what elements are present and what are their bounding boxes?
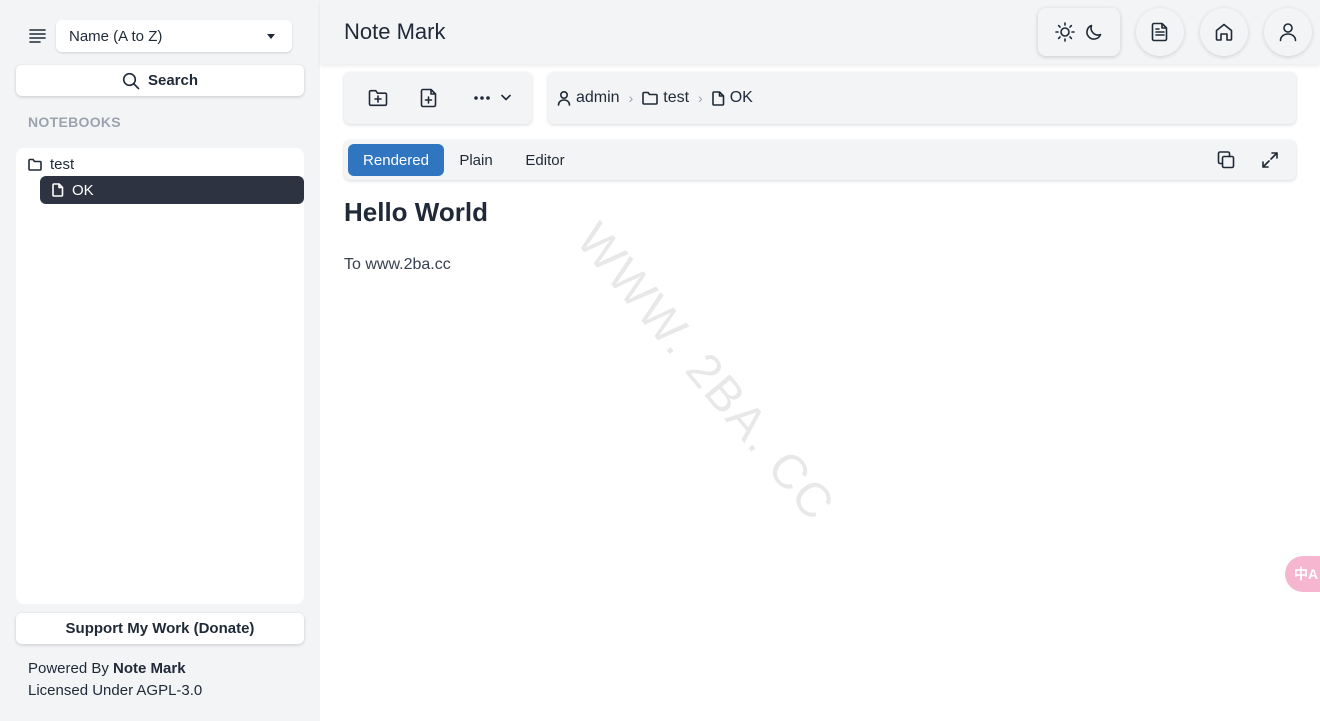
note-toolbar (344, 72, 532, 124)
breadcrumb-user[interactable]: admin (557, 89, 620, 107)
theme-toggle (1038, 8, 1120, 56)
breadcrumb-note-label: OK (729, 89, 753, 106)
sidebar: Name (A to Z) Search NOTEBOOKS test OK S… (0, 0, 320, 721)
app-header: Note Mark (320, 0, 1320, 64)
breadcrumb-notebook-label: test (663, 89, 690, 106)
powered-by: Powered By Note Mark (28, 658, 202, 680)
chevron-right-icon: › (698, 90, 703, 106)
note-heading: Hello World (344, 197, 488, 227)
view-mode-bar: Rendered Plain Editor (344, 140, 1296, 180)
powered-by-name[interactable]: Note Mark (113, 660, 186, 677)
file-icon (52, 183, 64, 197)
tree-note-ok[interactable]: OK (40, 176, 304, 204)
watermark: WWW. 2BA. CC (565, 213, 845, 532)
breadcrumb: admin › test › OK (548, 72, 1296, 124)
translate-button[interactable]: 中A (1285, 556, 1320, 592)
home-button[interactable] (1200, 8, 1248, 56)
chevron-right-icon: › (628, 90, 634, 106)
moon-icon[interactable] (1084, 22, 1104, 42)
folder-icon (642, 91, 659, 105)
powered-by-prefix: Powered By (28, 660, 109, 677)
expand-icon[interactable] (1258, 148, 1282, 172)
tab-rendered[interactable]: Rendered (348, 144, 444, 176)
note-body: To www.2ba.cc (344, 256, 451, 273)
notebook-tree: test OK (16, 148, 304, 604)
tree-note-label: OK (72, 181, 94, 199)
file-icon (711, 90, 725, 106)
folder-plus-icon[interactable] (368, 88, 388, 108)
breadcrumb-notebook[interactable]: test (642, 89, 689, 107)
notes-button[interactable] (1136, 8, 1184, 56)
caret-down-icon (267, 34, 275, 39)
footer-credits: Powered By Note Mark Licensed Under AGPL… (28, 658, 202, 702)
search-icon (122, 72, 140, 90)
more-menu-button[interactable] (472, 90, 514, 106)
search-label: Search (147, 72, 199, 89)
tree-folder-label: test (50, 155, 75, 173)
home-icon (1214, 22, 1234, 42)
donate-button[interactable]: Support My Work (Donate) (16, 613, 304, 644)
sun-icon[interactable] (1054, 21, 1076, 43)
user-icon (557, 90, 571, 106)
copy-icon[interactable] (1214, 148, 1238, 172)
tab-plain[interactable]: Plain (450, 144, 502, 176)
profile-button[interactable] (1264, 8, 1312, 56)
breadcrumb-note[interactable]: OK (711, 89, 753, 107)
app-title: Note Mark (344, 19, 446, 44)
menu-icon[interactable] (28, 28, 48, 44)
file-plus-icon[interactable] (420, 88, 438, 108)
user-icon (1279, 22, 1297, 42)
document-icon (1151, 22, 1169, 42)
license-text: Licensed Under AGPL-3.0 (28, 682, 203, 699)
folder-icon (28, 158, 42, 171)
notebooks-heading: NOTEBOOKS (28, 114, 121, 130)
tab-editor[interactable]: Editor (514, 144, 576, 176)
sort-select-value: Name (A to Z) (69, 27, 163, 45)
tree-folder-test[interactable]: test (28, 153, 74, 175)
sort-select[interactable]: Name (A to Z) (56, 20, 292, 52)
breadcrumb-user-label: admin (576, 89, 620, 106)
search-button[interactable]: Search (16, 65, 304, 96)
